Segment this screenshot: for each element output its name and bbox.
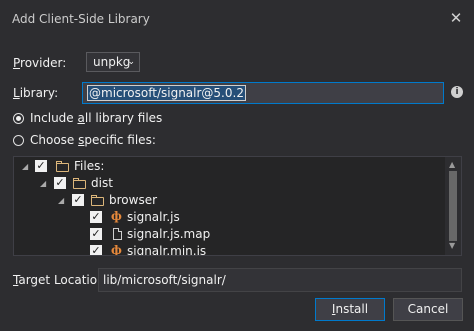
include-all-label[interactable]: Include all library files [30,111,162,125]
target-location-label: Target Location: [13,273,109,287]
tree-item-label: browser [109,193,158,207]
info-icon[interactable]: i [451,86,463,98]
signalr-js-map-checkbox[interactable]: ✓ [90,228,102,240]
scrollbar-thumb[interactable] [449,171,457,241]
target-location-input[interactable]: lib/microsoft/signalr/ [98,268,462,292]
tree-item-signalr-js[interactable]: ✓ ф signalr.js [14,209,444,225]
signalr-min-js-checkbox[interactable]: ✓ [90,245,102,255]
folder-icon [56,161,69,172]
tree-item-label: signalr.min.js [127,244,207,256]
target-location-value: lib/microsoft/signalr/ [103,273,226,287]
tree-item-label: dist [91,176,113,190]
tree-item-signalr-min-js[interactable]: ✓ ф signalr.min.js [14,243,444,256]
provider-label: Provider: [13,56,67,70]
js-file-icon: ф [111,243,122,256]
files-checkbox[interactable]: ✓ [35,160,47,172]
dialog-title: Add Client-Side Library [12,12,150,26]
tree-item-signalr-js-map[interactable]: ✓ signalr.js.map [14,226,444,242]
file-tree[interactable]: ◢ ✓ Files: ◢ ✓ dist ◢ ✓ browser ✓ ф sign… [13,156,462,256]
cancel-button[interactable]: Cancel [393,298,463,321]
file-icon [113,228,122,240]
library-input[interactable]: @microsoft/signalr@5.0.2 [82,82,444,104]
close-icon[interactable]: ✕ [446,8,466,28]
signalr-js-checkbox[interactable]: ✓ [90,211,102,223]
provider-dropdown[interactable]: unpkg ⌄ [86,52,140,72]
tree-item-dist[interactable]: ◢ ✓ dist [14,175,444,191]
include-all-radio[interactable] [13,113,24,124]
folder-icon [73,178,86,189]
scroll-down-icon[interactable]: ▼ [449,241,455,250]
js-file-icon: ф [111,209,122,223]
tree-item-label: Files: [74,159,105,173]
library-label: Library: [13,86,59,100]
expander-icon[interactable]: ◢ [22,162,28,171]
scroll-up-icon[interactable]: ▲ [449,160,455,169]
expander-icon[interactable]: ◢ [58,196,64,205]
chevron-down-icon: ⌄ [127,57,135,67]
library-input-value: @microsoft/signalr@5.0.2 [87,85,246,101]
browser-checkbox[interactable]: ✓ [72,194,84,206]
tree-item-label: signalr.js.map [127,227,211,241]
tree-item-label: signalr.js [127,210,180,224]
expander-icon[interactable]: ◢ [40,179,46,188]
tree-item-browser[interactable]: ◢ ✓ browser [14,192,444,208]
provider-dropdown-value: unpkg [93,55,131,69]
dist-checkbox[interactable]: ✓ [54,177,66,189]
folder-icon [91,195,104,206]
choose-specific-label[interactable]: Choose specific files: [30,133,156,147]
title-bar: Add Client-Side Library ✕ [0,0,474,38]
tree-scrollbar[interactable]: ▲ ▼ [445,157,461,255]
tree-item-files[interactable]: ◢ ✓ Files: [14,158,444,174]
install-button[interactable]: Install [315,298,385,321]
choose-specific-radio[interactable] [13,135,24,146]
